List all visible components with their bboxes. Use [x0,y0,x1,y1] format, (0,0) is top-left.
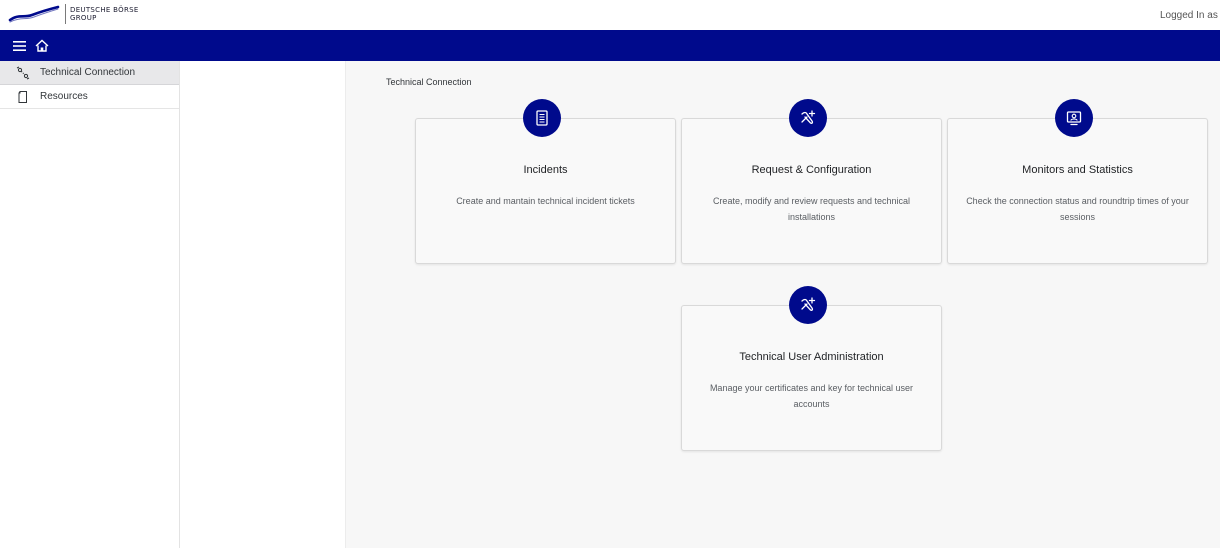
connection-icon [16,66,30,80]
card-title: Request & Configuration [751,164,872,176]
tools-icon [789,286,827,324]
logged-in-label[interactable]: Logged In as [1160,10,1218,21]
card-title: Monitors and Statistics [1022,164,1133,176]
card-monitors-statistics[interactable]: Monitors and Statistics Check the connec… [947,99,1208,264]
card-description: Create, modify and review requests and t… [712,196,911,222]
card-incidents[interactable]: Incidents Create and mantain technical i… [415,99,676,264]
sidebar-item-label: Resources [40,91,88,102]
document-icon [16,90,30,104]
card-request-configuration[interactable]: Request & Configuration Create, modify a… [681,99,942,264]
card-description: Check the connection status and roundtri… [966,196,1189,222]
ticket-list-icon [523,99,561,137]
sidebar-item-technical-connection[interactable]: Technical Connection [0,61,179,85]
page-title: Technical Connection [386,77,472,87]
monitor-icon [1055,99,1093,137]
logo-divider [65,4,66,24]
menu-icon[interactable] [10,36,30,56]
nav-bar [0,30,1220,61]
card-title: Technical User Administration [739,351,884,363]
company-logo[interactable]: DEUTSCHE BÖRSE GROUP [8,4,139,24]
main-content: Technical Connection Incidents Create an… [346,61,1220,548]
sidebar-item-resources[interactable]: Resources [0,85,179,109]
card-description: Create and mantain technical incident ti… [456,196,635,206]
sidebar-item-label: Technical Connection [40,67,136,78]
card-title: Incidents [523,164,568,176]
logo-wordmark: DEUTSCHE BÖRSE GROUP [70,6,139,22]
card-technical-user-administration[interactable]: Technical User Administration Manage you… [681,286,942,451]
sidebar: Technical Connection Resources [0,61,180,548]
top-header: DEUTSCHE BÖRSE GROUP Logged In as [0,0,1220,30]
card-description: Manage your certificates and key for tec… [709,383,914,409]
home-icon[interactable] [32,36,52,56]
tools-icon [789,99,827,137]
content-gutter [180,61,346,548]
wave-logo-icon [8,5,60,23]
